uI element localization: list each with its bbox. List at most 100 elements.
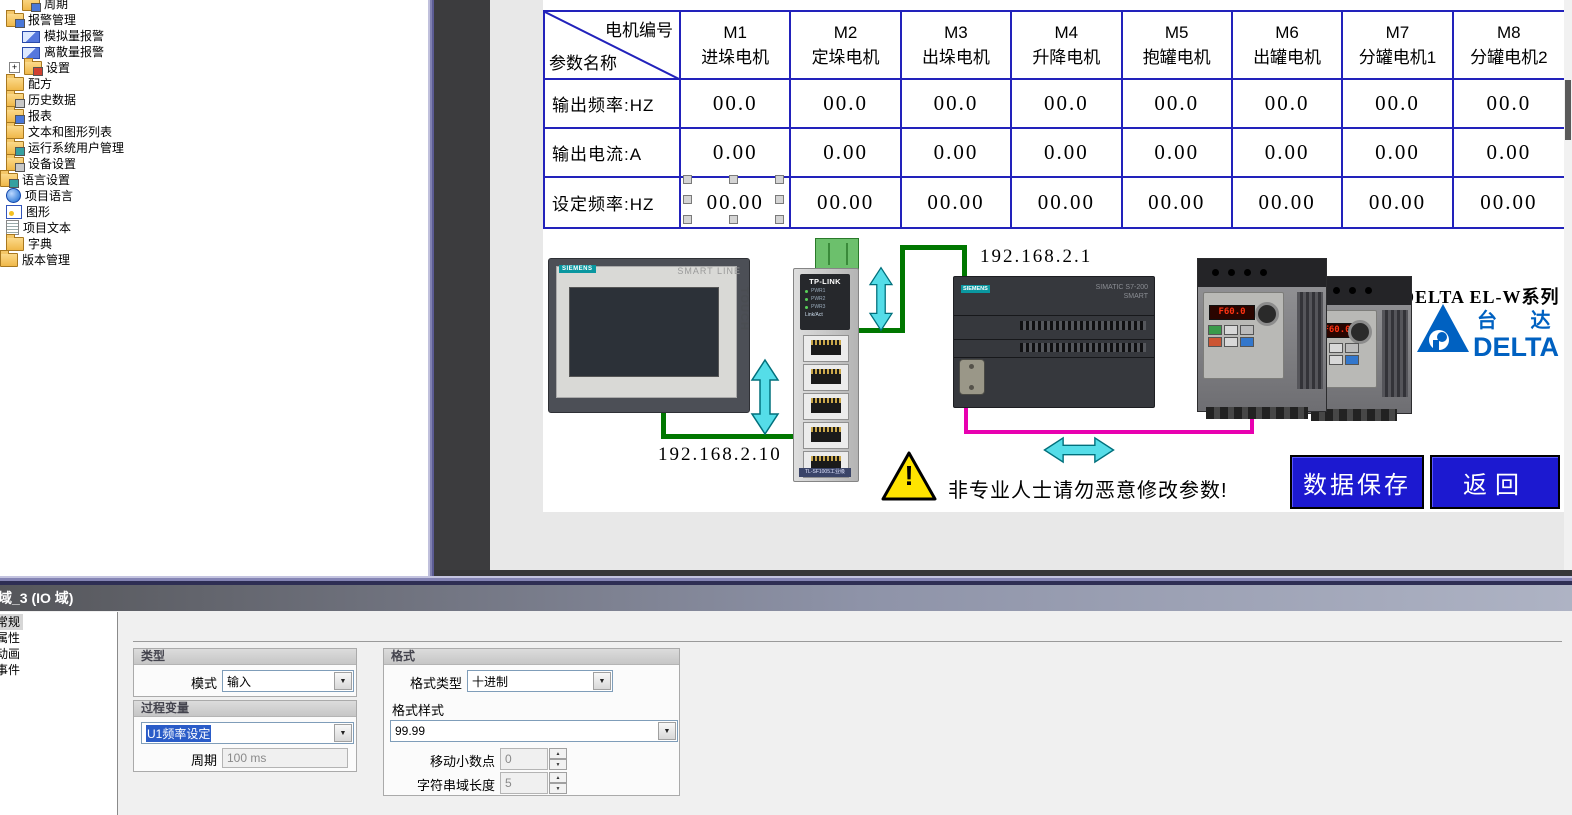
- led-label: PWR3: [811, 304, 825, 310]
- horizontal-splitter[interactable]: [0, 576, 1572, 585]
- plc-image[interactable]: SIEMENS SIMATIC S7-200 SMART: [953, 276, 1155, 408]
- dropdown-arrow-icon[interactable]: [334, 672, 352, 690]
- scrollbar-thumb[interactable]: [1565, 80, 1571, 140]
- io-field[interactable]: 0.00: [902, 129, 1012, 178]
- io-field[interactable]: 0.00: [1454, 129, 1564, 178]
- table-header-M2[interactable]: M2定垛电机: [791, 12, 901, 80]
- table-header-M7[interactable]: M7分罐电机1: [1343, 12, 1453, 80]
- properties-nav-0[interactable]: 常规: [0, 614, 23, 630]
- io-field[interactable]: 00.0: [1233, 80, 1343, 129]
- dropdown-arrow-icon[interactable]: [658, 722, 676, 740]
- sidebar-item-6[interactable]: 历史数据: [0, 91, 428, 107]
- hmi-switch-arrow-icon[interactable]: [750, 358, 780, 436]
- io-field[interactable]: 00.0: [791, 80, 901, 129]
- sidebar-item-2[interactable]: 模拟量报警: [0, 27, 428, 43]
- switch-model-label: TL-SF1005工业级: [799, 468, 851, 477]
- hmi-screen-canvas[interactable]: 电机编号参数名称M1进垛电机M2定垛电机M3出垛电机M4升降电机M5抱罐电机M6…: [543, 0, 1564, 512]
- dropdown-arrow-icon[interactable]: [593, 672, 611, 690]
- project-language-globe-icon: [6, 188, 21, 203]
- format-pattern-label: 格式样式: [392, 700, 444, 719]
- sidebar-item-8[interactable]: 文本和图形列表: [0, 123, 428, 139]
- io-field[interactable]: 00.00: [1233, 178, 1343, 227]
- hmi-ip-label[interactable]: 192.168.2.10: [658, 444, 782, 466]
- spinner-down-icon[interactable]: [549, 759, 567, 770]
- warning-text: 非专业人士请勿恶意修改参数!: [948, 474, 1228, 503]
- sidebar-item-13[interactable]: 图形: [0, 203, 428, 219]
- io-field[interactable]: 0.00: [1123, 129, 1233, 178]
- vfd-drive-1-image[interactable]: F60.0: [1197, 258, 1327, 412]
- format-type-dropdown[interactable]: 十进制: [467, 670, 613, 692]
- io-field[interactable]: 0.00: [1233, 129, 1343, 178]
- rj45-port-1: [803, 335, 849, 362]
- io-field[interactable]: 00.00: [1454, 178, 1564, 227]
- io-field[interactable]: 00.0: [1343, 80, 1453, 129]
- rs485-line-h: [964, 430, 1254, 434]
- sidebar-item-12[interactable]: 项目语言: [0, 187, 428, 203]
- io-field[interactable]: 0.00: [1343, 129, 1453, 178]
- sidebar-item-0[interactable]: 周期: [0, 0, 428, 11]
- format-type-value: 十进制: [472, 673, 508, 690]
- back-button[interactable]: 返回: [1430, 455, 1560, 509]
- table-header-M6[interactable]: M6出罐电机: [1233, 12, 1343, 80]
- table-header-M8[interactable]: M8分罐电机2: [1454, 12, 1564, 80]
- dropdown-arrow-icon[interactable]: [334, 724, 352, 742]
- table-header-M4[interactable]: M4升降电机: [1012, 12, 1122, 80]
- tplink-logo: TP-LINK: [800, 277, 850, 286]
- expand-icon[interactable]: +: [9, 62, 20, 73]
- row-label[interactable]: 设定频率:HZ: [545, 178, 681, 227]
- motor-name: 分罐电机1: [1359, 45, 1436, 71]
- mode-dropdown[interactable]: 输入: [222, 670, 354, 692]
- sidebar-item-label: 文本和图形列表: [28, 123, 112, 140]
- switch-plc-arrow-icon[interactable]: [868, 266, 894, 332]
- motor-parameter-table: 电机编号参数名称M1进垛电机M2定垛电机M3出垛电机M4升降电机M5抱罐电机M6…: [543, 10, 1564, 229]
- io-field[interactable]: 00.00: [902, 178, 1012, 227]
- table-header-M1[interactable]: M1进垛电机: [681, 12, 791, 80]
- io-field[interactable]: 0.00: [791, 129, 901, 178]
- sidebar-item-1[interactable]: 报警管理: [0, 11, 428, 27]
- io-field[interactable]: 00.0: [1123, 80, 1233, 129]
- io-field[interactable]: 00.0: [902, 80, 1012, 129]
- corner-bottom-label: 参数名称: [549, 49, 617, 74]
- spinner-down-icon[interactable]: [549, 783, 567, 794]
- properties-nav-3[interactable]: 事件: [0, 662, 23, 678]
- io-field[interactable]: 00.00: [1343, 178, 1453, 227]
- sidebar-item-10[interactable]: 设备设置: [0, 155, 428, 171]
- io-field[interactable]: 00.0: [1012, 80, 1122, 129]
- sidebar-item-11[interactable]: 语言设置: [0, 171, 428, 187]
- table-header-M5[interactable]: M5抱罐电机: [1123, 12, 1233, 80]
- spinner-up-icon[interactable]: [549, 772, 567, 783]
- table-header-M3[interactable]: M3出垛电机: [902, 12, 1012, 80]
- row-label[interactable]: 输出电流:A: [545, 129, 681, 178]
- sidebar-item-5[interactable]: 配方: [0, 75, 428, 91]
- hmi-panel-image[interactable]: SIEMENS SMART LINE TOUCH: [548, 258, 750, 413]
- sidebar-item-3[interactable]: 离散量报警: [0, 43, 428, 59]
- io-field[interactable]: 00.0: [681, 80, 791, 129]
- io-field[interactable]: 00.00: [1012, 178, 1122, 227]
- save-data-button[interactable]: 数据保存: [1290, 455, 1424, 509]
- sidebar-item-16[interactable]: 版本管理: [0, 251, 428, 267]
- io-field[interactable]: 0.00: [1012, 129, 1122, 178]
- table-corner-cell[interactable]: 电机编号参数名称: [545, 12, 681, 80]
- io-field[interactable]: 00.00: [1123, 178, 1233, 227]
- row-label[interactable]: 输出频率:HZ: [545, 80, 681, 129]
- switch-led-row: PWR2: [805, 296, 850, 302]
- io-field[interactable]: 0.00: [681, 129, 791, 178]
- sidebar-item-7[interactable]: 报表: [0, 107, 428, 123]
- process-tag-dropdown[interactable]: U1频率设定: [141, 722, 354, 744]
- format-pattern-dropdown[interactable]: 99.99: [390, 720, 678, 742]
- properties-nav-1[interactable]: 属性: [0, 630, 23, 646]
- io-field[interactable]: 00.00: [681, 178, 791, 227]
- sidebar-item-15[interactable]: 字典: [0, 235, 428, 251]
- plc-vfd-arrow-icon[interactable]: [1040, 436, 1118, 464]
- sidebar-item-14[interactable]: 项目文本: [0, 219, 428, 235]
- touch-label: TOUCH: [738, 287, 750, 331]
- io-field[interactable]: 00.0: [1454, 80, 1564, 129]
- plc-ip-label[interactable]: 192.168.2.1: [980, 246, 1092, 268]
- vertical-scrollbar[interactable]: [1564, 0, 1572, 570]
- io-field[interactable]: 00.00: [791, 178, 901, 227]
- spinner-up-icon[interactable]: [549, 748, 567, 759]
- properties-nav-2[interactable]: 动画: [0, 646, 23, 662]
- sidebar-item-4[interactable]: +设置: [0, 59, 428, 75]
- ethernet-switch-image[interactable]: TP-LINK PWR1PWR2PWR3 Link/Act TL-SF1005工…: [793, 268, 859, 482]
- sidebar-item-9[interactable]: 运行系统用户管理: [0, 139, 428, 155]
